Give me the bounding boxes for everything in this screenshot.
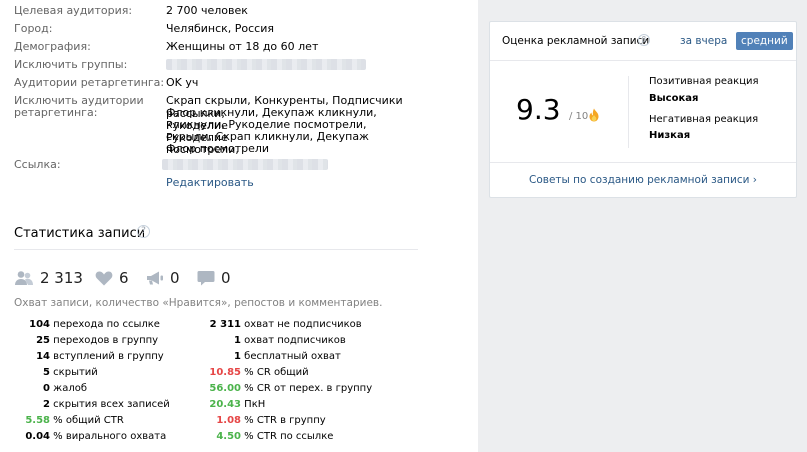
card-footer-divider [490,162,796,163]
reposts-counter: 0 [146,268,180,288]
audience-label: Целевая аудитория: [14,4,133,17]
likes-value: 6 [119,269,129,287]
retarget-value: OK уч [166,76,199,89]
stats-right-column: 2 311 охват не подписчиков 1 охват подпи… [185,317,372,445]
stat-line: 14 вступлений в группу [36,351,164,362]
stat-line: 1 бесплатный охват [234,351,341,362]
retarget-label: Аудитории ретаргетинга: [14,76,165,89]
stat-line: 25 переходов в группу [36,335,159,346]
stats-left-column: 104 перехода по ссылке 25 переходов в гр… [0,317,170,445]
tips-link[interactable]: Советы по созданию рекламной записи › [490,174,796,186]
comments-counter: 0 [197,268,231,288]
positive-value: Высокая [649,93,699,104]
stat-line: 1.08 % CTR в группу [216,415,326,426]
link-label: Ссылка: [14,158,61,171]
negative-value: Низкая [649,130,691,141]
score-max: / 10 [569,111,589,122]
stats-title: Статистика записи [14,226,146,241]
negative-label: Негативная реакция [649,114,759,125]
stat-line: 5 скрытий [43,367,98,378]
exclude-retarget-label-2: ретаргетинга: [14,106,98,119]
stat-line: 0 жалоб [43,383,87,394]
positive-label: Позитивная реакция [649,76,759,87]
stat-line: 0.04 % вирального охвата [25,431,167,442]
likes-counter: 6 [95,268,129,288]
card-title: Оценка рекламной записи [502,35,650,47]
reach-counter: 2 313 [14,268,83,288]
card-divider [628,76,629,148]
stat-line: 5.58 % общий CTR [25,415,124,426]
left-column: Целевая аудитория: 2 700 человек Город: … [0,0,430,452]
megaphone-icon [147,271,163,285]
stats-description: Охват записи, количество «Нравится», реп… [14,297,383,309]
stat-line: 104 перехода по ссылке [29,319,160,330]
heart-icon [95,271,113,286]
city-value: Челябинск, Россия [166,22,274,35]
stat-line: 2 скрытия всех записей [43,399,170,410]
stat-line: 56.00 % CR от перех. в группу [209,383,373,394]
beta-badge: β [638,34,650,46]
section-divider [14,249,418,250]
comments-value: 0 [221,269,231,287]
city-label: Город: [14,22,53,35]
fire-icon [589,108,599,122]
demography-value: Женщины от 18 до 60 лет [166,40,319,53]
card-header: Оценка рекламной записи β за вчера средн… [490,22,796,61]
exclude-retarget-line: Флор посмотрели [166,142,270,155]
edit-link[interactable]: Редактировать [166,176,254,189]
tab-yesterday[interactable]: за вчера [680,35,727,47]
link-redacted [162,159,328,170]
stat-line: 2 311 охват не подписчиков [209,319,362,330]
page: Целевая аудитория: 2 700 человек Город: … [0,0,807,452]
exclude-groups-redacted [166,59,366,70]
stat-line: 4.50 % CTR по ссылке [216,431,334,442]
stat-line: 20.43 ПкН [209,399,266,410]
help-icon[interactable]: ? [137,225,150,238]
demography-label: Демография: [14,40,91,53]
ad-rating-card: Оценка рекламной записи β за вчера средн… [489,21,797,198]
stat-line: 10.85 % CR общий [209,367,309,378]
comment-icon [197,271,215,286]
audience-value: 2 700 человек [166,4,248,17]
reposts-value: 0 [170,269,180,287]
score-value: 9.3 [516,93,561,126]
reach-value: 2 313 [40,269,83,287]
users-icon [15,271,33,285]
tab-average[interactable]: средний [736,32,793,50]
exclude-groups-label: Исключить группы: [14,58,128,71]
stat-line: 1 охват подписчиков [234,335,346,346]
